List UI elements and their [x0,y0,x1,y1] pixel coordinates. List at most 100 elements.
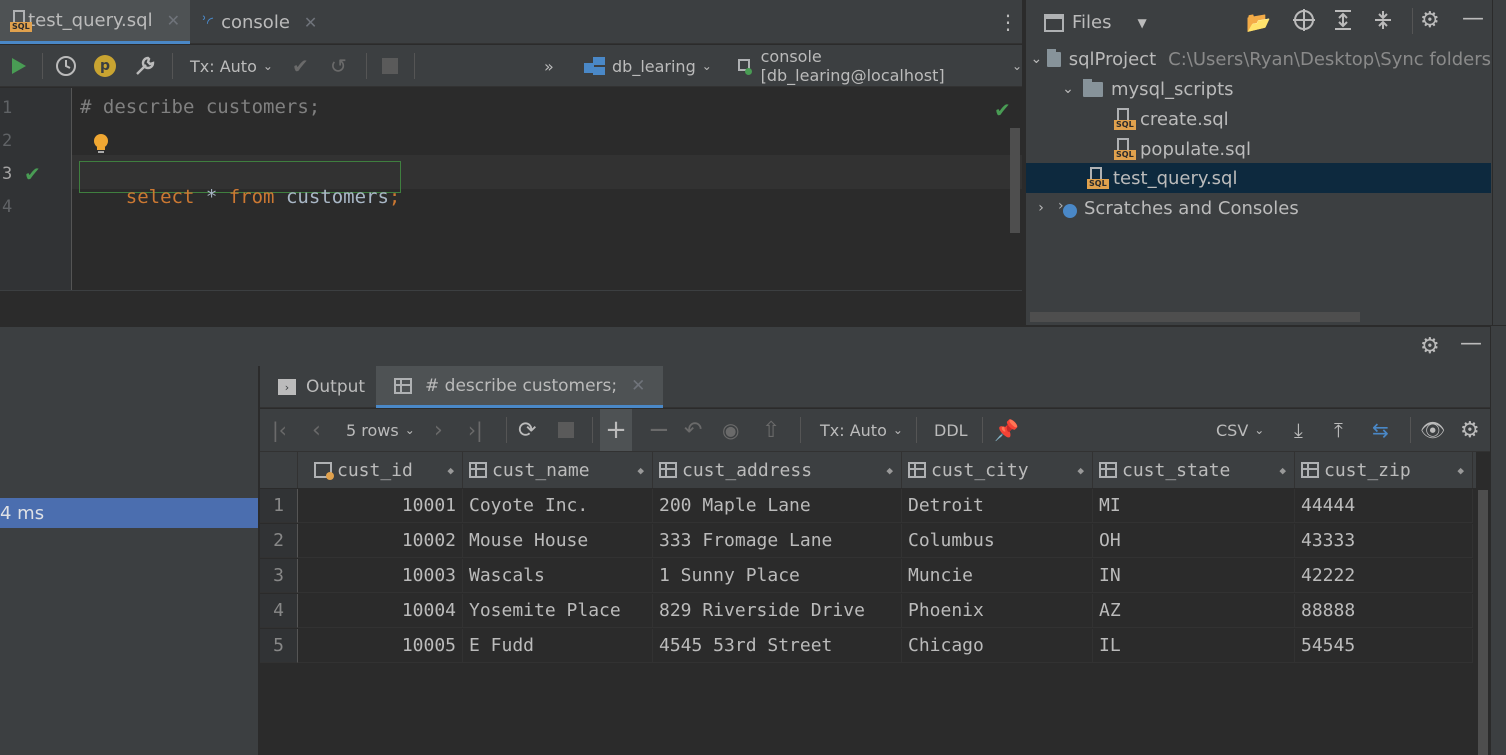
cell-cust-state[interactable]: MI [1093,489,1295,523]
cell-cust-address[interactable]: 829 Riverside Drive [653,594,902,628]
parameters-icon[interactable]: p [94,45,116,87]
first-page-icon[interactable]: |‹ [272,409,287,451]
table-row[interactable]: 5 10005 E Fudd 4545 53rd Street Chicago … [260,629,1476,663]
row-number[interactable]: 2 [260,524,298,558]
cell-cust-city[interactable]: Columbus [902,524,1093,558]
next-page-icon[interactable]: › [434,409,443,451]
tree-item-mysql-scripts[interactable]: ⌄ mysql_scripts [1026,74,1491,104]
sort-icon[interactable]: ◆ [447,464,454,477]
corner-cell[interactable] [260,452,298,488]
remove-row-icon[interactable]: − [648,409,670,451]
cell-cust-zip[interactable]: 43333 [1295,524,1473,558]
gear-icon[interactable]: ⚙ [1460,409,1480,451]
sort-icon[interactable]: ◆ [1279,464,1286,477]
services-item-selected[interactable]: 4 ms [0,498,258,528]
cell-cust-id[interactable]: 10001 [298,489,463,523]
tab-describe-customers[interactable]: # describe customers; ✕ [376,366,664,408]
cell-cust-address[interactable]: 4545 53rd Street [653,629,902,663]
gear-icon[interactable]: ⚙ [1420,8,1440,33]
cell-cust-zip[interactable]: 44444 [1295,489,1473,523]
cell-cust-id[interactable]: 10005 [298,629,463,663]
cell-cust-city[interactable]: Chicago [902,629,1093,663]
console-selector[interactable]: console [db_learing@localhost] ⌄ [735,45,1022,87]
import-icon[interactable]: ⤒ [1334,409,1343,451]
cell-cust-zip[interactable]: 42222 [1295,559,1473,593]
stop-icon[interactable] [558,409,574,451]
cell-cust-city[interactable]: Phoenix [902,594,1093,628]
table-row[interactable]: 1 10001 Coyote Inc. 200 Maple Lane Detro… [260,489,1476,523]
cell-cust-state[interactable]: AZ [1093,594,1295,628]
column-header-cust-state[interactable]: cust_state ◆ [1093,452,1295,488]
locate-icon[interactable] [1292,8,1316,36]
gear-icon[interactable]: ⚙ [1420,334,1440,359]
column-header-cust-zip[interactable]: cust_zip ◆ [1295,452,1473,488]
export-format-dropdown[interactable]: CSV ⌄ [1216,409,1264,451]
column-header-cust-name[interactable]: cust_name ◆ [463,452,653,488]
tx-mode-dropdown[interactable]: Tx: Auto ⌄ [820,409,903,451]
cell-cust-name[interactable]: Wascals [463,559,653,593]
column-header-cust-address[interactable]: cust_address ◆ [653,452,902,488]
stop-icon[interactable] [382,45,398,87]
more-actions-icon[interactable]: » [544,45,554,87]
tab-console[interactable]: ʾ◜ console ✕ [192,0,332,44]
view-icon[interactable]: 👁 [1420,409,1445,451]
commit-icon[interactable]: ✔ [292,45,309,87]
sort-icon[interactable]: ◆ [886,464,893,477]
pin-icon[interactable]: 📌 [994,409,1019,451]
ddl-button[interactable]: DDL [934,409,968,451]
sort-icon[interactable]: ◆ [637,464,644,477]
tree-item-create-sql[interactable]: SQL create.sql [1026,104,1491,134]
editor-scrollbar[interactable] [1010,128,1020,233]
refresh-icon[interactable]: ⟳ [518,409,536,451]
rollback-icon[interactable]: ↺ [330,45,347,87]
export-icon[interactable]: ⤓ [1294,409,1303,451]
cell-cust-address[interactable]: 333 Fromage Lane [653,524,902,558]
revert-icon[interactable]: ↶ [684,409,702,451]
close-icon[interactable]: ✕ [304,13,317,32]
sql-editor[interactable]: 1 2 3 4 ✔ # describe customers; select *… [0,88,1022,290]
view-selector[interactable]: Files ▼ [1044,12,1147,33]
lightbulb-icon[interactable] [92,132,110,160]
tab-output[interactable]: › Output [278,366,365,408]
cell-cust-name[interactable]: Mouse House [463,524,653,558]
history-icon[interactable] [55,45,77,87]
add-row-icon[interactable]: + [600,409,632,451]
cell-cust-state[interactable]: OH [1093,524,1295,558]
cell-cust-state[interactable]: IN [1093,559,1295,593]
grid-scrollbar[interactable] [1478,490,1488,755]
row-number[interactable]: 1 [260,489,298,523]
cell-cust-state[interactable]: IL [1093,629,1295,663]
cell-cust-city[interactable]: Detroit [902,489,1093,523]
cell-cust-id[interactable]: 10002 [298,524,463,558]
tx-mode-dropdown[interactable]: Tx: Auto ⌄ [190,45,273,87]
tree-item-scratches[interactable]: › › Scratches and Consoles [1026,193,1491,223]
cell-cust-city[interactable]: Muncie [902,559,1093,593]
last-page-icon[interactable]: ›| [468,409,483,451]
schema-selector[interactable]: db_learing ⌄ [584,45,712,87]
cell-cust-zip[interactable]: 88888 [1295,594,1473,628]
sort-icon[interactable]: ◆ [1077,464,1084,477]
cell-cust-address[interactable]: 1 Sunny Place [653,559,902,593]
cell-cust-address[interactable]: 200 Maple Lane [653,489,902,523]
tree-item-test-query-sql[interactable]: SQL test_query.sql [1026,163,1491,193]
cell-cust-id[interactable]: 10004 [298,594,463,628]
cell-cust-id[interactable]: 10003 [298,559,463,593]
rows-dropdown[interactable]: 5 rows ⌄ [346,409,415,451]
column-header-cust-id[interactable]: cust_id ◆ [298,452,463,488]
table-row[interactable]: 2 10002 Mouse House 333 Fromage Lane Col… [260,524,1476,558]
column-header-cust-city[interactable]: cust_city ◆ [902,452,1093,488]
tree-item-populate-sql[interactable]: SQL populate.sql [1026,134,1491,164]
minimize-icon[interactable]: — [1460,331,1482,356]
row-number[interactable]: 4 [260,594,298,628]
table-row[interactable]: 4 10004 Yosemite Place 829 Riverside Dri… [260,594,1476,628]
wrench-icon[interactable] [134,45,156,87]
collapse-all-icon[interactable] [1372,9,1394,35]
expand-all-icon[interactable] [1332,9,1354,35]
run-icon[interactable] [8,45,28,87]
row-number[interactable]: 5 [260,629,298,663]
cell-cust-name[interactable]: E Fudd [463,629,653,663]
close-icon[interactable]: ✕ [631,376,645,396]
close-icon[interactable]: ✕ [167,11,180,30]
minimize-icon[interactable]: — [1462,6,1484,31]
tree-scrollbar[interactable] [1030,312,1360,322]
